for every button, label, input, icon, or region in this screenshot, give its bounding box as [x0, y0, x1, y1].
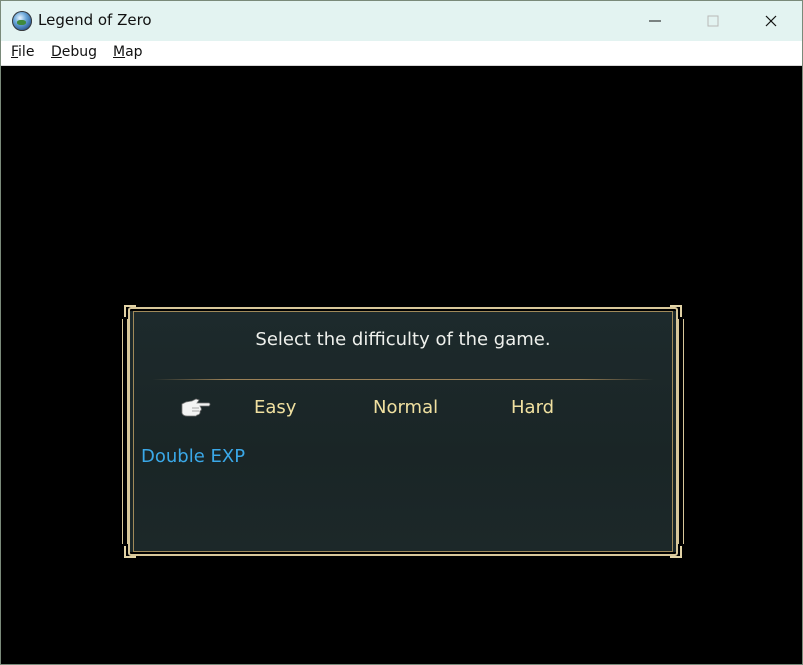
pointing-hand-icon	[181, 398, 211, 417]
menu-bar: File Debug Map	[1, 41, 802, 66]
menu-map[interactable]: Map	[113, 44, 143, 60]
double-exp-option[interactable]: Double EXP	[141, 446, 245, 467]
close-icon	[765, 15, 777, 27]
frame-corner	[124, 546, 136, 558]
maximize-button[interactable]	[685, 1, 743, 41]
frame-left-trim	[122, 319, 128, 544]
frame-right-trim	[678, 319, 684, 544]
divider	[152, 379, 654, 380]
menu-debug[interactable]: Debug	[51, 44, 97, 60]
game-viewport[interactable]: Select the difficulty of the game. Easy …	[1, 66, 802, 664]
game-window: Legend of Zero File Debug Map Select the…	[0, 0, 803, 665]
frame-corner	[124, 305, 136, 317]
globe-icon	[12, 11, 32, 31]
minimize-button[interactable]	[627, 1, 685, 41]
frame-corner	[670, 305, 682, 317]
dialog-prompt: Select the difficulty of the game.	[255, 329, 551, 350]
difficulty-dialog: Select the difficulty of the game. Easy …	[122, 305, 684, 558]
difficulty-option-hard[interactable]: Hard	[511, 397, 554, 418]
difficulty-option-normal[interactable]: Normal	[373, 397, 438, 418]
title-bar[interactable]: Legend of Zero	[1, 1, 802, 41]
maximize-icon	[707, 15, 719, 27]
difficulty-option-easy[interactable]: Easy	[254, 397, 296, 418]
frame-corner	[670, 546, 682, 558]
close-button[interactable]	[743, 1, 801, 41]
window-title: Legend of Zero	[38, 11, 152, 29]
minimize-icon	[649, 20, 661, 22]
menu-file[interactable]: File	[11, 44, 34, 60]
